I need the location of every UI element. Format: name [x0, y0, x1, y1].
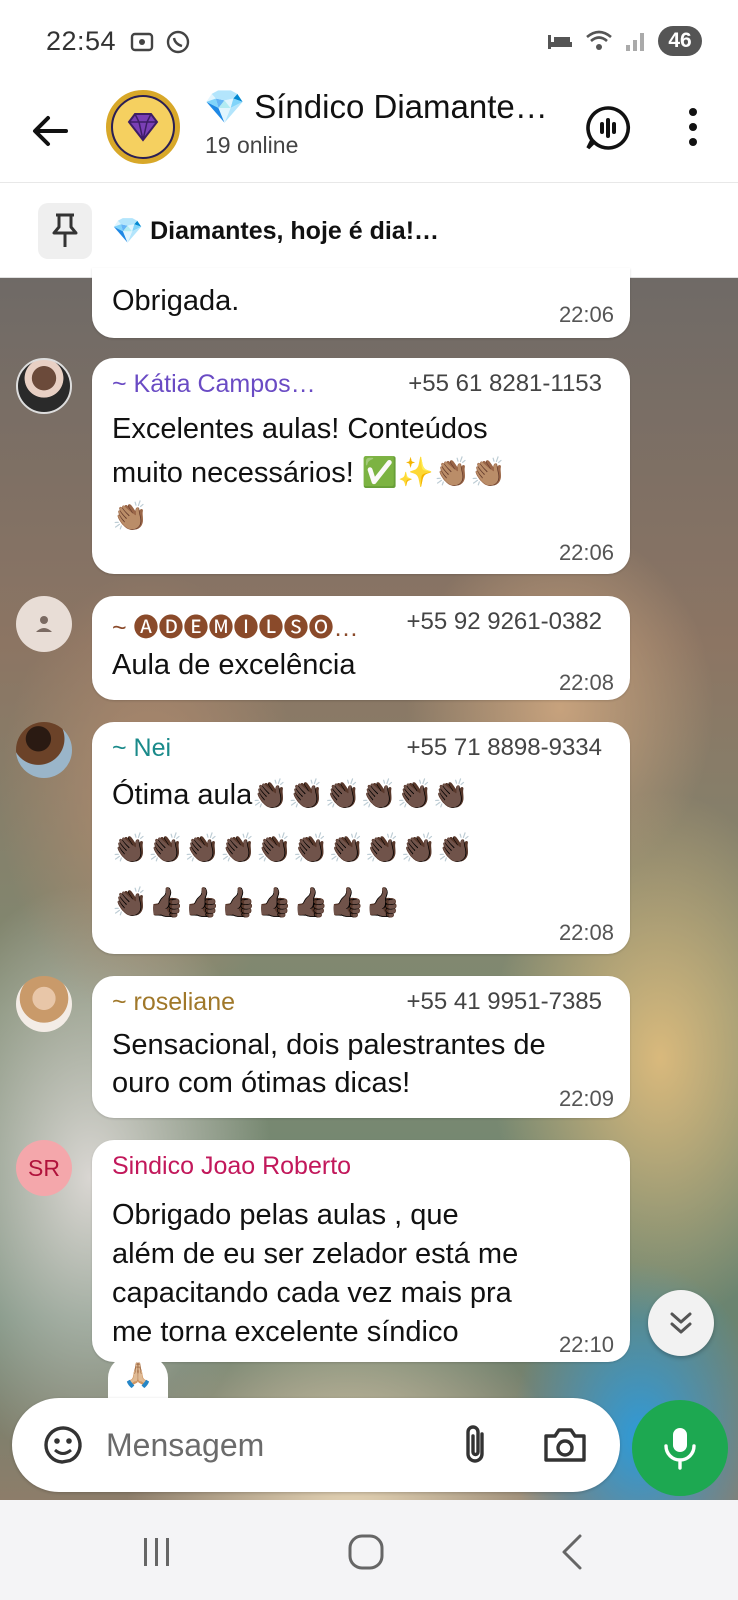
home-icon[interactable] [340, 1530, 390, 1574]
message-text: Excelentes aulas! Conteúdos [112, 413, 488, 445]
message-text: Obrigado pelas aulas , que [112, 1199, 459, 1231]
message-text: 👏🏿👏🏿👏🏿👏🏿👏🏿👏🏿👏🏿👏🏿👏🏿👏🏿 [112, 833, 474, 865]
message-text: além de eu ser zelador está me [112, 1238, 519, 1270]
message-bubble[interactable]: ~ 🅐🅓🅔🅜🅘🅛🅢🅞… +55 92 9261-0382 Aula de exc… [92, 596, 630, 700]
message-input[interactable] [106, 1414, 426, 1476]
sender-phone: +55 92 9261-0382 [406, 608, 602, 635]
avatar-placeholder[interactable] [16, 596, 72, 652]
avatar-initials[interactable]: SR [16, 1140, 72, 1196]
sender-name[interactable]: ~ roseliane [112, 988, 235, 1017]
sender-name[interactable]: ~ Nei [112, 734, 171, 763]
message-text: capacitando cada vez mais pra [112, 1277, 512, 1309]
avatar-nei[interactable] [16, 722, 72, 778]
whatsapp-icon [166, 30, 190, 54]
message-text: ouro com ótimas dicas! [112, 1067, 411, 1099]
sender-name[interactable]: ~ 🅐🅓🅔🅜🅘🅛🅢🅞… [112, 608, 359, 644]
battery-badge: 46 [658, 26, 702, 56]
message-bubble[interactable]: Obrigada. 22:06 [92, 268, 630, 338]
avatar-roseliane[interactable] [16, 976, 72, 1032]
message-bubble[interactable]: ~ roseliane +55 41 9951-7385 Sensacional… [92, 976, 630, 1118]
system-nav-bar [0, 1500, 738, 1600]
message-text: me torna excelente síndico [112, 1316, 459, 1348]
pinned-message-text: 💎 Diamantes, hoje é dia!… [112, 217, 440, 245]
message-text: 👏🏽 [112, 501, 149, 533]
chat-header: 💎 Síndico Diamante… 19 online [0, 84, 738, 182]
message-bubble[interactable]: ~ Nei +55 71 8898-9334 Ótima aula👏🏿👏🏿👏🏿👏… [92, 722, 630, 954]
sender-name[interactable]: Sindico Joao Roberto [112, 1152, 351, 1181]
system-back-icon[interactable] [548, 1530, 598, 1574]
group-name[interactable]: 💎 Síndico Diamante… [204, 88, 548, 127]
double-chevron-down-icon [670, 1312, 692, 1334]
message-text: Ótima aula👏🏿👏🏿👏🏿👏🏿👏🏿👏🏿 [112, 779, 469, 811]
reaction-peek[interactable]: 🙏🏼 [108, 1356, 168, 1400]
pin-icon [52, 213, 78, 247]
more-options-icon[interactable] [676, 102, 710, 152]
message-time: 22:10 [558, 1332, 614, 1357]
message-time: 22:08 [558, 670, 614, 695]
wifi-icon [586, 30, 612, 50]
back-arrow-icon[interactable] [26, 106, 76, 156]
message-time: 22:09 [558, 1086, 614, 1111]
screenshot-icon [130, 32, 154, 52]
mic-icon [664, 1428, 696, 1470]
pin-icon-box [38, 203, 92, 259]
message-time: 22:08 [558, 920, 614, 945]
bed-icon [548, 35, 572, 49]
message-bubble[interactable]: Sindico Joao Roberto Obrigado pelas aula… [92, 1140, 630, 1362]
sender-phone: +55 61 8281-1153 [408, 370, 602, 397]
recent-apps-icon[interactable] [132, 1530, 182, 1574]
signal-icon [626, 33, 644, 51]
message-text: Obrigada. [112, 285, 240, 317]
sticker-icon[interactable] [38, 1420, 88, 1470]
camera-icon[interactable] [540, 1420, 590, 1470]
group-avatar[interactable] [106, 90, 180, 164]
message-text: muito necessários! ✅✨👏🏽👏🏽 [112, 457, 507, 489]
message-bubble[interactable]: ~ Kátia Campos… +55 61 8281-1153 Excelen… [92, 358, 630, 574]
sender-phone: +55 71 8898-9334 [406, 734, 602, 761]
status-bar: 22:54 46 [0, 0, 738, 84]
composer-bar [12, 1398, 620, 1492]
mic-button[interactable] [632, 1400, 728, 1496]
message-text: Aula de excelência [112, 649, 356, 681]
message-time: 22:06 [558, 540, 614, 565]
scroll-to-bottom-button[interactable] [648, 1290, 714, 1356]
status-time: 22:54 [46, 26, 117, 56]
attach-icon[interactable] [450, 1420, 500, 1470]
voice-chat-icon[interactable] [584, 104, 632, 152]
pinned-message-bar[interactable]: 💎 Diamantes, hoje é dia!… [0, 182, 738, 278]
online-count: 19 online [205, 132, 299, 158]
message-text: 👏🏿👍🏿👍🏿👍🏿👍🏿👍🏿👍🏿👍🏿 [112, 887, 401, 919]
message-time: 22:06 [558, 302, 614, 327]
message-text: Sensacional, dois palestrantes de [112, 1029, 546, 1061]
person-icon [36, 616, 52, 632]
avatar-katia[interactable] [16, 358, 72, 414]
diamond-logo-icon [127, 113, 159, 142]
sender-phone: +55 41 9951-7385 [406, 988, 602, 1015]
sender-name[interactable]: ~ Kátia Campos… [112, 370, 316, 399]
